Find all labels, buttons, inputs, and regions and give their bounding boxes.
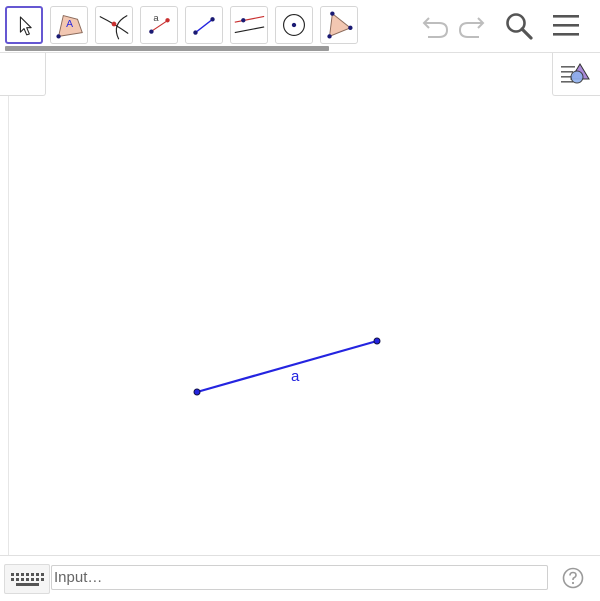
point-on-object-tool-button[interactable]: a <box>140 6 178 44</box>
undo-icon <box>422 17 449 38</box>
search-icon <box>506 13 533 40</box>
circle-tool-button[interactable] <box>275 6 313 44</box>
parallel-line-tool-button[interactable] <box>230 6 268 44</box>
parallel-lines-icon <box>234 15 265 34</box>
toolbar: A a <box>0 0 600 53</box>
search-button[interactable] <box>503 10 535 42</box>
style-bar-toggle-icon <box>561 63 590 84</box>
help-icon <box>562 567 584 589</box>
style-bar-toggle-button[interactable] <box>552 53 600 96</box>
point-a[interactable] <box>193 388 201 396</box>
menu-icon <box>553 15 579 36</box>
input-field[interactable] <box>51 565 548 590</box>
main-menu-button[interactable] <box>550 10 582 42</box>
polygon-tool-label: A <box>66 19 73 30</box>
algebra-view-edge[interactable] <box>0 53 9 555</box>
intersect-icon <box>99 15 129 40</box>
help-button[interactable] <box>561 566 585 590</box>
polygon-a-icon: A <box>56 14 83 39</box>
polygon-label-tool-button[interactable]: A <box>50 6 88 44</box>
segment-icon <box>193 17 215 35</box>
arrow-cursor-icon <box>19 16 32 36</box>
circle-center-icon <box>283 14 305 36</box>
input-bar <box>0 555 600 601</box>
algebra-view-handle[interactable] <box>0 53 46 96</box>
point-b[interactable] <box>373 337 381 345</box>
toolbar-scrollbar[interactable] <box>5 46 329 51</box>
keyboard-icon <box>11 573 44 586</box>
move-tool-button[interactable] <box>5 6 43 44</box>
keyboard-toggle-button[interactable] <box>4 564 50 594</box>
point-on-line-a-icon: a <box>149 13 170 34</box>
segment-tool-button[interactable] <box>185 6 223 44</box>
redo-button[interactable] <box>456 10 488 42</box>
redo-icon <box>458 17 485 38</box>
graphics-view[interactable] <box>0 53 600 555</box>
triangle-icon <box>327 11 353 39</box>
polygon-tool-button[interactable] <box>320 6 358 44</box>
point-tool-label: a <box>153 13 159 24</box>
intersect-tool-button[interactable] <box>95 6 133 44</box>
undo-button[interactable] <box>419 10 451 42</box>
